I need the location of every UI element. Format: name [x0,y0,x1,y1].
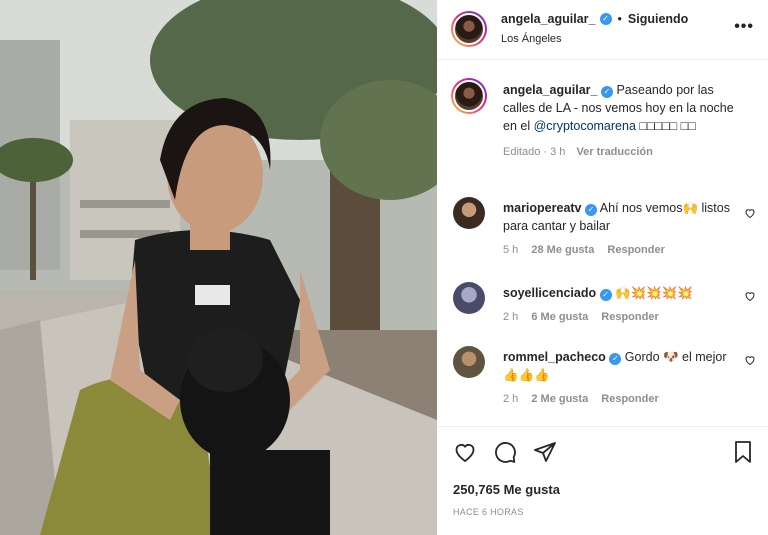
comment-time: 2 h [503,393,519,405]
post-photo[interactable] [0,0,437,535]
comment-avatar[interactable] [453,197,485,229]
comment-time: 5 h [503,244,519,256]
comment-likes[interactable]: 28 Me gusta [531,244,594,256]
separator-dot: • [617,12,622,26]
post-location[interactable]: Los Ángeles [501,33,562,45]
reply-button[interactable]: Responder [607,244,664,256]
comment-time: 2 h [503,311,519,323]
author-username[interactable]: angela_aguilar_ [501,12,596,26]
post-actions: 250,765 Me gusta HACE 6 HORAS [437,426,768,535]
share-icon[interactable] [533,440,557,464]
comment-username[interactable]: mariopereatv [503,201,582,215]
save-icon[interactable] [731,440,755,464]
reply-button[interactable]: Responder [601,311,658,323]
following-button[interactable]: Siguiendo [628,12,688,26]
verified-badge-icon: ✓ [609,353,622,365]
comment-username[interactable]: soyellicenciado [503,286,596,300]
post-time: HACE 6 HORAS [453,507,524,517]
post-header: angela_aguilar_ ✓ • Siguiendo Los Ángele… [437,0,768,60]
comment-like-heart-icon[interactable] [744,207,756,219]
verified-badge-icon: ✓ [585,204,597,216]
likes-count[interactable]: 250,765 Me gusta [453,482,560,497]
verified-badge-icon: ✓ [600,86,613,98]
comment-avatar[interactable] [453,346,485,378]
reply-button[interactable]: Responder [601,393,658,405]
caption-mention-link[interactable]: @cryptocomarena [534,119,636,133]
caption-username[interactable]: angela_aguilar_ [503,83,598,97]
comment-like-heart-icon[interactable] [744,354,756,366]
instagram-post-view: angela_aguilar_ ✓ • Siguiendo Los Ángele… [0,0,768,535]
caption-edited-time: Editado · 3 h [503,146,566,158]
comment-avatar[interactable] [453,282,485,314]
post-detail-panel: angela_aguilar_ ✓ • Siguiendo Los Ángele… [437,0,768,535]
comment-icon[interactable] [493,440,517,464]
caption-text-after: □□□□□ □□ [635,119,696,133]
more-options-icon[interactable]: ••• [734,18,754,36]
verified-badge-icon: ✓ [599,289,612,301]
comment-like-heart-icon[interactable] [744,290,756,302]
see-translation-link[interactable]: Ver traducción [576,146,652,158]
heart-icon[interactable] [453,440,477,464]
photo-illustration [0,0,437,535]
comment-likes[interactable]: 2 Me gusta [531,393,588,405]
caption-avatar[interactable] [451,78,487,114]
verified-badge-icon: ✓ [599,13,612,25]
comment-text: 🙌💥💥💥💥 [611,286,693,300]
author-avatar[interactable] [451,11,487,47]
comment-likes[interactable]: 6 Me gusta [531,311,588,323]
comment-username[interactable]: rommel_pacheco [503,350,606,364]
